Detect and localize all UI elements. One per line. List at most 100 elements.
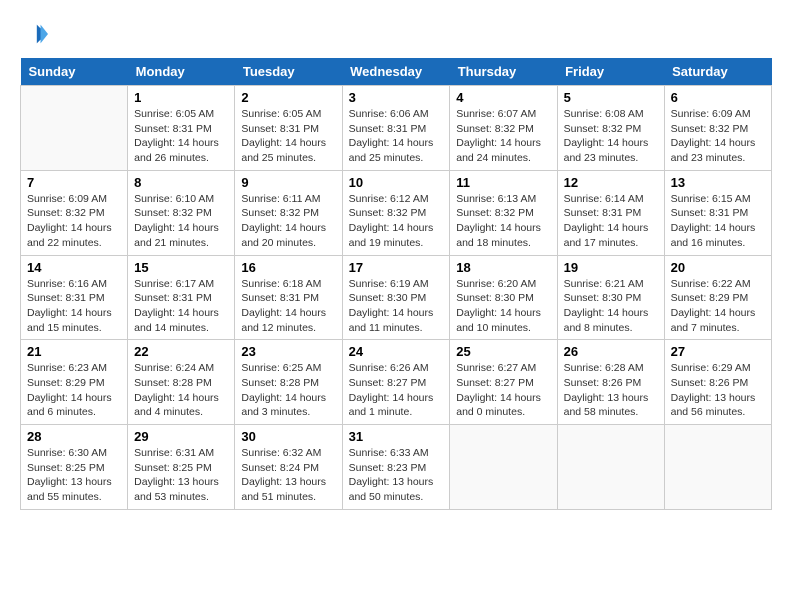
calendar-cell: 5 Sunrise: 6:08 AM Sunset: 8:32 PM Daylig… <box>557 86 664 171</box>
day-number: 16 <box>241 260 335 275</box>
day-number: 15 <box>134 260 228 275</box>
day-number: 17 <box>349 260 444 275</box>
day-detail: Sunrise: 6:09 AM Sunset: 8:32 PM Dayligh… <box>27 192 121 251</box>
day-detail: Sunrise: 6:33 AM Sunset: 8:23 PM Dayligh… <box>349 446 444 505</box>
calendar-cell: 7 Sunrise: 6:09 AM Sunset: 8:32 PM Daylig… <box>21 170 128 255</box>
day-detail: Sunrise: 6:12 AM Sunset: 8:32 PM Dayligh… <box>349 192 444 251</box>
calendar-cell: 2Sunrise: 6:05 AM Sunset: 8:31 PM Daylig… <box>235 86 342 171</box>
day-number: 25 <box>456 344 550 359</box>
day-number: 28 <box>27 429 121 444</box>
calendar-cell: 29 Sunrise: 6:31 AM Sunset: 8:25 PM Dayli… <box>128 425 235 510</box>
calendar-week-row: 14 Sunrise: 6:16 AM Sunset: 8:31 PM Dayli… <box>21 255 772 340</box>
day-detail: Sunrise: 6:25 AM Sunset: 8:28 PM Dayligh… <box>241 361 335 420</box>
day-detail: Sunrise: 6:29 AM Sunset: 8:26 PM Dayligh… <box>671 361 765 420</box>
day-number: 11 <box>456 175 550 190</box>
day-detail: Sunrise: 6:31 AM Sunset: 8:25 PM Dayligh… <box>134 446 228 505</box>
day-number: 30 <box>241 429 335 444</box>
day-detail: Sunrise: 6:27 AM Sunset: 8:27 PM Dayligh… <box>456 361 550 420</box>
calendar-cell: 21 Sunrise: 6:23 AM Sunset: 8:29 PM Dayli… <box>21 340 128 425</box>
day-detail: Sunrise: 6:11 AM Sunset: 8:32 PM Dayligh… <box>241 192 335 251</box>
day-detail: Sunrise: 6:32 AM Sunset: 8:24 PM Dayligh… <box>241 446 335 505</box>
day-header-thursday: Thursday <box>450 58 557 86</box>
calendar-cell: 4 Sunrise: 6:07 AM Sunset: 8:32 PM Daylig… <box>450 86 557 171</box>
day-number: 7 <box>27 175 121 190</box>
calendar-cell: 27 Sunrise: 6:29 AM Sunset: 8:26 PM Dayli… <box>664 340 771 425</box>
day-number: 19 <box>564 260 658 275</box>
day-number: 6 <box>671 90 765 105</box>
day-detail: Sunrise: 6:09 AM Sunset: 8:32 PM Dayligh… <box>671 107 765 166</box>
calendar-week-row: 7 Sunrise: 6:09 AM Sunset: 8:32 PM Daylig… <box>21 170 772 255</box>
calendar-header-row: SundayMondayTuesdayWednesdayThursdayFrid… <box>21 58 772 86</box>
calendar-cell: 10Sunrise: 6:12 AM Sunset: 8:32 PM Dayli… <box>342 170 450 255</box>
day-header-monday: Monday <box>128 58 235 86</box>
day-number: 2 <box>241 90 335 105</box>
calendar-cell <box>664 425 771 510</box>
calendar-cell: 28Sunrise: 6:30 AM Sunset: 8:25 PM Dayli… <box>21 425 128 510</box>
calendar-cell: 19 Sunrise: 6:21 AM Sunset: 8:30 PM Dayli… <box>557 255 664 340</box>
page-header <box>20 20 772 48</box>
day-number: 18 <box>456 260 550 275</box>
day-detail: Sunrise: 6:06 AM Sunset: 8:31 PM Dayligh… <box>349 107 444 166</box>
day-number: 1 <box>134 90 228 105</box>
calendar-cell <box>21 86 128 171</box>
day-number: 14 <box>27 260 121 275</box>
day-number: 22 <box>134 344 228 359</box>
day-detail: Sunrise: 6:18 AM Sunset: 8:31 PM Dayligh… <box>241 277 335 336</box>
day-detail: Sunrise: 6:19 AM Sunset: 8:30 PM Dayligh… <box>349 277 444 336</box>
day-detail: Sunrise: 6:24 AM Sunset: 8:28 PM Dayligh… <box>134 361 228 420</box>
logo <box>20 20 52 48</box>
day-number: 29 <box>134 429 228 444</box>
day-detail: Sunrise: 6:20 AM Sunset: 8:30 PM Dayligh… <box>456 277 550 336</box>
calendar-cell: 26Sunrise: 6:28 AM Sunset: 8:26 PM Dayli… <box>557 340 664 425</box>
calendar-cell: 11 Sunrise: 6:13 AM Sunset: 8:32 PM Dayli… <box>450 170 557 255</box>
day-header-tuesday: Tuesday <box>235 58 342 86</box>
calendar-week-row: 28Sunrise: 6:30 AM Sunset: 8:25 PM Dayli… <box>21 425 772 510</box>
day-number: 8 <box>134 175 228 190</box>
day-detail: Sunrise: 6:14 AM Sunset: 8:31 PM Dayligh… <box>564 192 658 251</box>
day-number: 21 <box>27 344 121 359</box>
day-detail: Sunrise: 6:16 AM Sunset: 8:31 PM Dayligh… <box>27 277 121 336</box>
day-detail: Sunrise: 6:21 AM Sunset: 8:30 PM Dayligh… <box>564 277 658 336</box>
day-number: 20 <box>671 260 765 275</box>
calendar-cell: 14 Sunrise: 6:16 AM Sunset: 8:31 PM Dayli… <box>21 255 128 340</box>
calendar-cell <box>557 425 664 510</box>
calendar-cell: 15 Sunrise: 6:17 AM Sunset: 8:31 PM Dayli… <box>128 255 235 340</box>
day-number: 5 <box>564 90 658 105</box>
day-number: 23 <box>241 344 335 359</box>
day-detail: Sunrise: 6:22 AM Sunset: 8:29 PM Dayligh… <box>671 277 765 336</box>
day-detail: Sunrise: 6:07 AM Sunset: 8:32 PM Dayligh… <box>456 107 550 166</box>
day-detail: Sunrise: 6:23 AM Sunset: 8:29 PM Dayligh… <box>27 361 121 420</box>
logo-icon <box>20 20 48 48</box>
day-number: 3 <box>349 90 444 105</box>
day-detail: Sunrise: 6:17 AM Sunset: 8:31 PM Dayligh… <box>134 277 228 336</box>
calendar-cell: 3 Sunrise: 6:06 AM Sunset: 8:31 PM Daylig… <box>342 86 450 171</box>
calendar-cell: 13Sunrise: 6:15 AM Sunset: 8:31 PM Dayli… <box>664 170 771 255</box>
day-number: 24 <box>349 344 444 359</box>
day-detail: Sunrise: 6:26 AM Sunset: 8:27 PM Dayligh… <box>349 361 444 420</box>
day-number: 13 <box>671 175 765 190</box>
calendar-cell: 20 Sunrise: 6:22 AM Sunset: 8:29 PM Dayli… <box>664 255 771 340</box>
day-header-saturday: Saturday <box>664 58 771 86</box>
day-header-friday: Friday <box>557 58 664 86</box>
calendar-cell: 9 Sunrise: 6:11 AM Sunset: 8:32 PM Daylig… <box>235 170 342 255</box>
calendar-cell: 30 Sunrise: 6:32 AM Sunset: 8:24 PM Dayli… <box>235 425 342 510</box>
calendar-cell: 6 Sunrise: 6:09 AM Sunset: 8:32 PM Daylig… <box>664 86 771 171</box>
day-number: 27 <box>671 344 765 359</box>
day-detail: Sunrise: 6:13 AM Sunset: 8:32 PM Dayligh… <box>456 192 550 251</box>
day-number: 26 <box>564 344 658 359</box>
calendar-cell: 16 Sunrise: 6:18 AM Sunset: 8:31 PM Dayli… <box>235 255 342 340</box>
calendar-cell: 18 Sunrise: 6:20 AM Sunset: 8:30 PM Dayli… <box>450 255 557 340</box>
calendar-cell: 17 Sunrise: 6:19 AM Sunset: 8:30 PM Dayli… <box>342 255 450 340</box>
day-detail: Sunrise: 6:10 AM Sunset: 8:32 PM Dayligh… <box>134 192 228 251</box>
calendar-cell: 22 Sunrise: 6:24 AM Sunset: 8:28 PM Dayli… <box>128 340 235 425</box>
day-number: 12 <box>564 175 658 190</box>
day-number: 9 <box>241 175 335 190</box>
day-number: 4 <box>456 90 550 105</box>
day-detail: Sunrise: 6:08 AM Sunset: 8:32 PM Dayligh… <box>564 107 658 166</box>
calendar-cell: 24 Sunrise: 6:26 AM Sunset: 8:27 PM Dayli… <box>342 340 450 425</box>
day-header-sunday: Sunday <box>21 58 128 86</box>
calendar-week-row: 21 Sunrise: 6:23 AM Sunset: 8:29 PM Dayli… <box>21 340 772 425</box>
calendar-cell: 8 Sunrise: 6:10 AM Sunset: 8:32 PM Daylig… <box>128 170 235 255</box>
day-header-wednesday: Wednesday <box>342 58 450 86</box>
calendar-cell <box>450 425 557 510</box>
